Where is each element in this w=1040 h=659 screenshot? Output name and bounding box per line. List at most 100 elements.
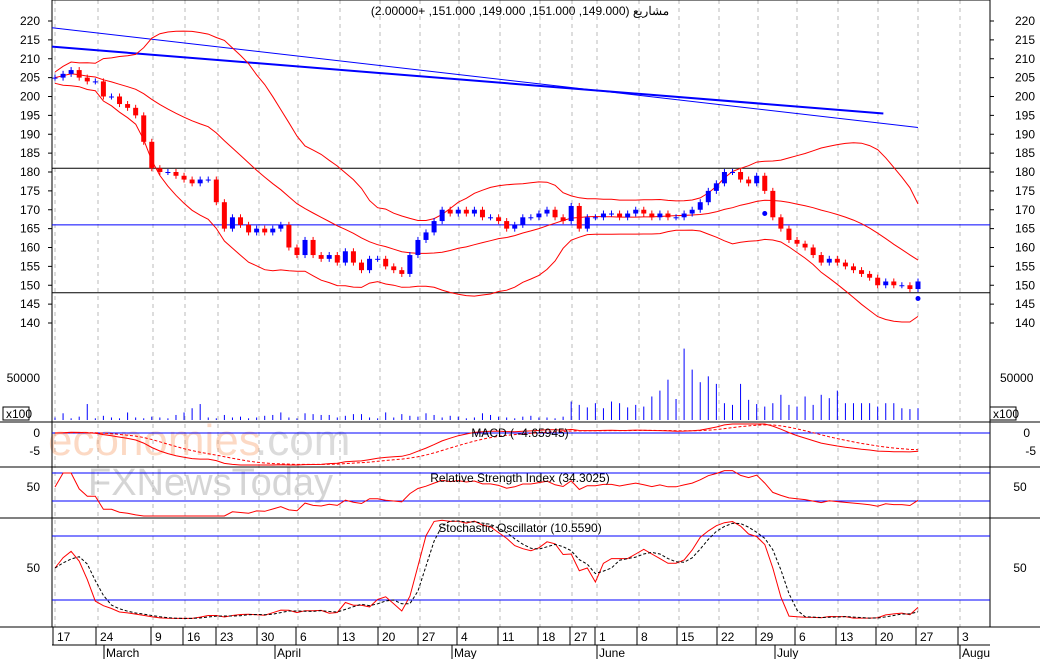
candle-body xyxy=(738,172,744,180)
day-label: 1 xyxy=(599,630,606,644)
candle-body xyxy=(818,255,824,263)
candle-body xyxy=(681,213,687,218)
price-tick-right: 220 xyxy=(1015,14,1035,28)
candle-body xyxy=(697,202,703,210)
candle-body xyxy=(528,217,534,219)
day-label: 16 xyxy=(187,630,201,644)
rsi-label: Relative Strength Index (34.3025) xyxy=(430,471,609,485)
candle-body xyxy=(375,258,381,260)
candle-body xyxy=(157,168,163,172)
price-tick-left: 165 xyxy=(20,222,40,236)
candle-body xyxy=(141,115,147,142)
month-label: June xyxy=(599,646,625,659)
price-tick-right: 210 xyxy=(1015,52,1035,66)
month-label: March xyxy=(106,646,139,659)
volume-tick-left: 50000 xyxy=(7,371,41,385)
candle-body xyxy=(415,239,421,256)
price-tick-left: 195 xyxy=(20,108,40,122)
day-label: 13 xyxy=(840,630,854,644)
candle-body xyxy=(915,281,921,290)
price-tick-left: 215 xyxy=(20,33,40,47)
price-tick-left: 200 xyxy=(20,90,40,104)
candle-body xyxy=(318,255,324,259)
month-label: July xyxy=(777,646,798,659)
candle-body xyxy=(197,179,203,184)
day-label: 27 xyxy=(920,630,934,644)
volume-unit-left: x100 xyxy=(6,407,32,421)
candle-body xyxy=(859,270,865,274)
price-tick-right: 145 xyxy=(1015,297,1035,311)
candle-body xyxy=(850,266,856,271)
candle-body xyxy=(568,205,574,222)
stoch-k-line xyxy=(54,519,919,619)
candle-body xyxy=(609,213,615,215)
candle-body xyxy=(310,239,316,256)
watermark-com: .com xyxy=(255,416,350,465)
candle-body xyxy=(875,277,881,286)
price-tick-left: 210 xyxy=(20,52,40,66)
watermark-fxnewstoday: FXNewsToday xyxy=(88,462,333,504)
candle-body xyxy=(907,285,913,290)
candle-body xyxy=(117,96,123,105)
candle-body xyxy=(584,217,590,229)
candle-body xyxy=(471,209,477,214)
price-tick-left: 145 xyxy=(20,297,40,311)
day-label: 3 xyxy=(962,630,969,644)
volume-unit-right: x100 xyxy=(993,407,1019,421)
date-axis: 17 24 9 16 23 30 6 13 20 27 4 11 18 27 1 8 15 22 29 6 13 20 27… xyxy=(52,627,990,659)
price-tick-right: 195 xyxy=(1015,108,1035,122)
candle-body xyxy=(92,81,98,83)
candle-body xyxy=(294,247,300,256)
macd-tick-0-left: 0 xyxy=(33,426,40,440)
candle-body xyxy=(891,281,897,286)
candle-body xyxy=(810,247,816,256)
bollinger-upper xyxy=(54,30,919,221)
candle-body xyxy=(76,70,82,78)
day-label: 23 xyxy=(220,630,234,644)
day-label: 6 xyxy=(799,630,806,644)
candle-body xyxy=(229,217,235,229)
candle-body xyxy=(391,266,397,271)
candle-body xyxy=(842,262,848,267)
candle-body xyxy=(488,217,494,219)
candle-body xyxy=(423,232,429,240)
price-tick-right: 185 xyxy=(1015,146,1035,160)
candle-body xyxy=(108,96,114,98)
candle-body xyxy=(383,258,389,267)
candle-body xyxy=(544,209,550,214)
candle-body xyxy=(883,281,889,286)
candle-body xyxy=(665,213,671,218)
candle-body xyxy=(778,217,784,229)
day-label: 15 xyxy=(681,630,695,644)
day-label: 30 xyxy=(261,630,275,644)
candle-body xyxy=(431,221,437,233)
candle-body xyxy=(520,217,526,225)
price-tick-left: 170 xyxy=(20,203,40,217)
candle-body xyxy=(133,107,139,116)
candle-body xyxy=(367,258,373,271)
day-label: 8 xyxy=(641,630,648,644)
macd-label: MACD ( -4.65945) xyxy=(471,426,568,440)
candle-body xyxy=(350,251,356,263)
candle-body xyxy=(746,179,752,184)
volume-tick-right: 50000 xyxy=(1000,371,1034,385)
candle-body xyxy=(617,213,623,218)
price-tick-left: 185 xyxy=(20,146,40,160)
candle-body xyxy=(689,209,695,214)
candle-body xyxy=(455,209,461,214)
candle-body xyxy=(705,190,711,203)
candle-body xyxy=(504,221,510,229)
price-tick-left: 160 xyxy=(20,241,40,255)
candle-body xyxy=(641,209,647,214)
candle-body xyxy=(721,172,727,184)
candle-body xyxy=(302,239,308,256)
price-tick-right: 160 xyxy=(1015,241,1035,255)
candle-body xyxy=(867,273,873,278)
price-tick-right: 150 xyxy=(1015,278,1035,292)
stoch-tick-left: 50 xyxy=(27,561,41,575)
price-tick-right: 140 xyxy=(1015,316,1035,330)
candle-body xyxy=(649,213,655,218)
candle-body xyxy=(512,224,518,229)
candle-body xyxy=(334,255,340,263)
candle-body xyxy=(463,209,469,214)
